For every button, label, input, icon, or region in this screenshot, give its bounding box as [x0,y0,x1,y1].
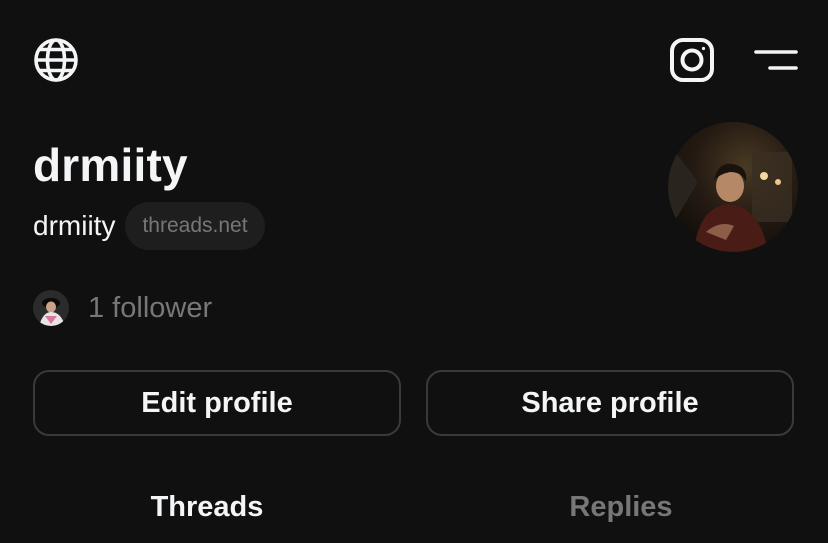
profile-username: drmiity [33,210,116,241]
profile-display-name: drmiity [33,139,188,191]
followers-row[interactable]: 1 follower [33,288,212,328]
followers-count: 1 follower [88,291,213,324]
tab-replies[interactable]: Replies [414,482,828,532]
tab-threads[interactable]: Threads [0,482,414,532]
share-profile-button[interactable]: Share profile [426,370,794,436]
menu-icon[interactable] [752,40,800,80]
follower-avatar [33,290,69,326]
edit-profile-button[interactable]: Edit profile [33,370,401,436]
globe-icon[interactable] [32,36,80,84]
profile-handle-row: drmiity threads.net [33,202,265,250]
instagram-icon[interactable] [666,34,718,86]
top-bar [0,0,828,118]
threads-domain-badge[interactable]: threads.net [125,202,265,250]
profile-avatar[interactable] [668,122,798,252]
